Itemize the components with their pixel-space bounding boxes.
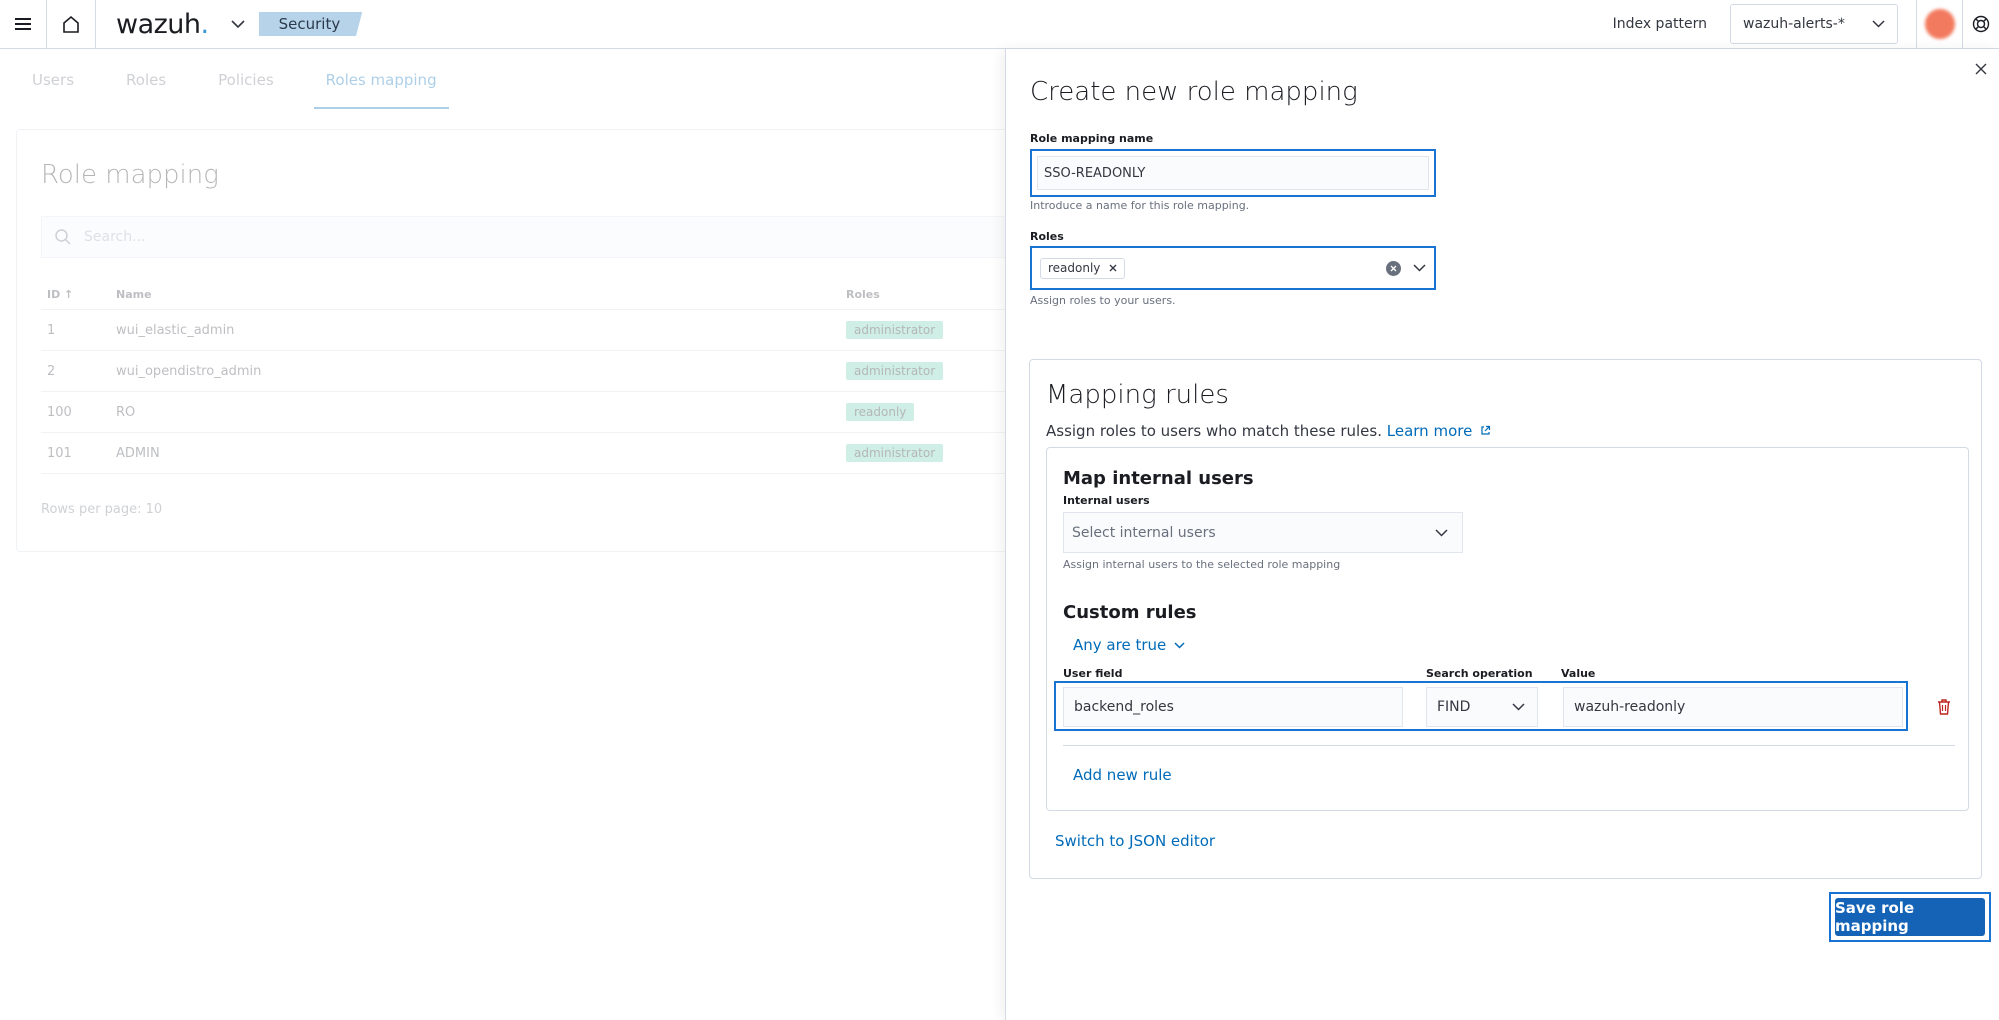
row-id: 2 [47, 363, 56, 379]
learn-more-link[interactable]: Learn more [1387, 422, 1491, 440]
column-roles[interactable]: Roles [846, 288, 1011, 301]
column-id[interactable]: ID ↑ [41, 288, 116, 301]
home-icon[interactable] [47, 0, 96, 49]
role-mapping-name-help: Introduce a name for this role mapping. [1030, 199, 1250, 212]
search-icon [55, 229, 71, 245]
tab-policies[interactable]: Policies [206, 71, 285, 109]
clear-icon[interactable] [1386, 260, 1401, 276]
mapping-rules-panel: Mapping rules Assign roles to users who … [1029, 359, 1982, 879]
internal-users-select[interactable]: Select internal users [1063, 512, 1463, 553]
role-mapping-name-field[interactable]: SSO-READONLY [1030, 149, 1436, 197]
user-field-input[interactable]: backend_roles [1063, 687, 1403, 727]
wazuh-logo[interactable]: wazuh. [116, 9, 209, 40]
search-placeholder: Search... [84, 229, 146, 245]
mapping-rules-description: Assign roles to users who match these ru… [1046, 422, 1491, 440]
role-chip-label: readonly [1048, 261, 1101, 275]
page-title: Role mapping [41, 160, 219, 190]
custom-rule-row: backend_roles FIND wazuh-readonly [1054, 681, 1908, 731]
chevron-down-icon [1512, 703, 1525, 711]
chevron-down-icon[interactable] [1413, 264, 1426, 272]
top-header: wazuh. Security Index pattern wazuh-aler… [0, 0, 1999, 49]
search-operation-value: FIND [1437, 699, 1471, 715]
breadcrumb-security[interactable]: Security [258, 12, 363, 36]
index-pattern-label: Index pattern [1612, 16, 1707, 32]
rows-per-page[interactable]: Rows per page: 10 [41, 502, 162, 517]
security-page-background: Users Roles Policies Roles mapping Role … [0, 49, 1016, 1020]
trash-icon[interactable] [1936, 698, 1952, 720]
internal-users-help: Assign internal users to the selected ro… [1063, 558, 1341, 571]
close-icon[interactable] [1973, 61, 1989, 77]
role-badge: readonly [846, 403, 915, 421]
any-are-true-dropdown[interactable]: Any are true [1073, 636, 1185, 654]
rule-divider [1063, 745, 1955, 746]
external-link-icon [1481, 425, 1491, 435]
search-operation-label: Search operation [1426, 667, 1533, 680]
avatar [1924, 9, 1955, 39]
user-field-label: User field [1063, 667, 1123, 680]
search-input[interactable]: Search... [41, 216, 1011, 258]
value-label: Value [1561, 667, 1596, 680]
save-role-mapping-button[interactable]: Save role mapping [1835, 898, 1985, 936]
row-id: 1 [47, 322, 56, 338]
tab-roles[interactable]: Roles [114, 71, 178, 109]
table-row[interactable]: 100 RO readonly [41, 392, 1011, 433]
security-tabs: Users Roles Policies Roles mapping [20, 71, 477, 109]
roles-label: Roles [1030, 230, 1064, 243]
row-name: wui_opendistro_admin [116, 363, 262, 379]
menu-icon[interactable] [0, 0, 47, 49]
chevron-down-icon[interactable] [231, 19, 245, 29]
help-icon[interactable] [1963, 0, 1999, 49]
tab-roles-mapping[interactable]: Roles mapping [313, 71, 449, 109]
role-badge: administrator [846, 444, 944, 462]
mapping-rules-title: Mapping rules [1046, 380, 1229, 410]
role-mapping-name-value[interactable]: SSO-READONLY [1037, 156, 1429, 190]
role-mapping-panel: Role mapping Search... ID ↑ Name Roles 1… [16, 129, 1016, 552]
column-name[interactable]: Name [116, 288, 846, 301]
internal-users-placeholder: Select internal users [1072, 524, 1216, 541]
row-name: RO [116, 404, 136, 420]
rules-inner-panel: Map internal users Internal users Select… [1046, 447, 1969, 811]
role-chip-readonly: readonly [1040, 257, 1126, 279]
index-pattern-select[interactable]: wazuh-alerts-* [1730, 4, 1898, 44]
role-badge: administrator [846, 362, 944, 380]
table-row[interactable]: 101 ADMIN administrator [41, 433, 1011, 474]
add-new-rule-link[interactable]: Add new rule [1073, 766, 1172, 784]
row-name: wui_elastic_admin [116, 322, 235, 338]
save-button-focus-ring: Save role mapping [1829, 892, 1991, 942]
chevron-down-icon [1872, 20, 1885, 28]
chevron-down-icon [1174, 641, 1185, 649]
create-role-mapping-flyout: Create new role mapping Role mapping nam… [1005, 49, 1999, 1020]
value-input[interactable]: wazuh-readonly [1563, 687, 1903, 727]
switch-to-json-editor-link[interactable]: Switch to JSON editor [1055, 832, 1215, 850]
map-internal-users-title: Map internal users [1063, 468, 1254, 489]
role-badge: administrator [846, 321, 944, 339]
table-row[interactable]: 2 wui_opendistro_admin administrator [41, 351, 1011, 392]
internal-users-label: Internal users [1063, 494, 1150, 507]
search-operation-select[interactable]: FIND [1426, 687, 1538, 727]
flyout-title: Create new role mapping [1030, 77, 1358, 107]
chevron-down-icon [1435, 528, 1448, 537]
role-mapping-table: ID ↑ Name Roles 1 wui_elastic_admin admi… [41, 280, 1011, 474]
roles-combobox[interactable]: readonly [1030, 246, 1436, 290]
row-id: 101 [47, 445, 72, 461]
tab-users[interactable]: Users [20, 71, 86, 109]
roles-help: Assign roles to your users. [1030, 294, 1176, 307]
role-mapping-name-label: Role mapping name [1030, 132, 1154, 145]
table-header: ID ↑ Name Roles [41, 280, 1011, 310]
user-avatar-button[interactable] [1916, 0, 1963, 49]
index-pattern-value: wazuh-alerts-* [1743, 16, 1845, 32]
table-row[interactable]: 1 wui_elastic_admin administrator [41, 310, 1011, 351]
row-name: ADMIN [116, 445, 160, 461]
row-id: 100 [47, 404, 72, 420]
custom-rules-title: Custom rules [1063, 602, 1197, 623]
remove-chip-icon[interactable] [1109, 264, 1117, 272]
